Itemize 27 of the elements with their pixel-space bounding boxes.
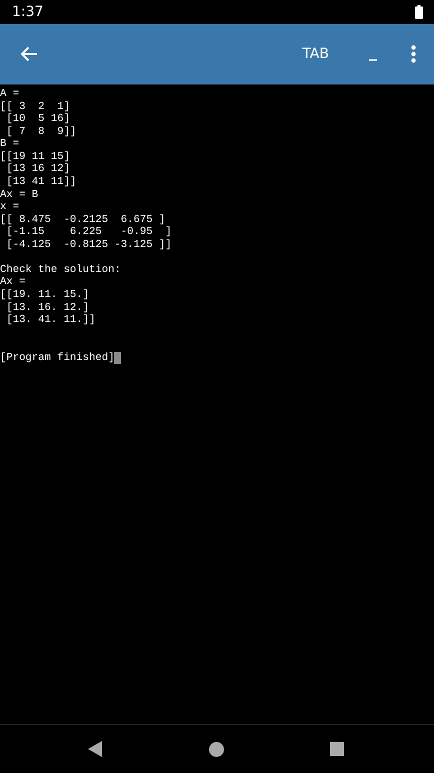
terminal-line: Check the solution:	[0, 264, 121, 276]
terminal-line: [13. 16. 12.]	[5, 302, 90, 314]
battery-icon	[415, 5, 423, 19]
terminal-line: [10 5 16]	[5, 113, 70, 126]
more-options-icon[interactable]	[411, 45, 416, 63]
home-icon[interactable]	[208, 742, 224, 756]
terminal-line: [ 7 8 9]]	[6, 126, 76, 138]
tab-button[interactable]: TAB	[298, 42, 333, 66]
back-arrow-icon[interactable]	[20, 46, 38, 62]
terminal-line: [[19. 11. 15.]	[0, 289, 90, 302]
back-icon[interactable]	[88, 741, 102, 757]
minimize-button[interactable]: _	[367, 42, 379, 66]
terminal-line: [Program finished]	[0, 352, 114, 364]
terminal-line: Ax =	[0, 276, 26, 289]
terminal-line: A =	[0, 88, 20, 101]
terminal-line: [13. 41. 11.]]	[5, 314, 96, 327]
status-time: 1:37	[12, 4, 44, 20]
terminal-line: B =	[0, 138, 20, 151]
terminal-line: [13 16 12]	[5, 163, 70, 176]
terminal-line: [[19 11 15]	[0, 150, 70, 163]
terminal-line: [[ 8.475 -0.2125 6.675 ]	[0, 214, 166, 226]
terminal-line: [[ 3 2 1]	[0, 100, 70, 113]
terminal-line: Ax = B	[0, 188, 38, 202]
terminal-line: [-4.125 -0.8125 -3.125 ]]	[5, 238, 172, 252]
terminal-line: [-1.15 6.225 -0.95 ]	[5, 226, 172, 239]
terminal-line: [13 41 11]]	[5, 176, 76, 188]
terminal-line: x =	[0, 201, 20, 214]
